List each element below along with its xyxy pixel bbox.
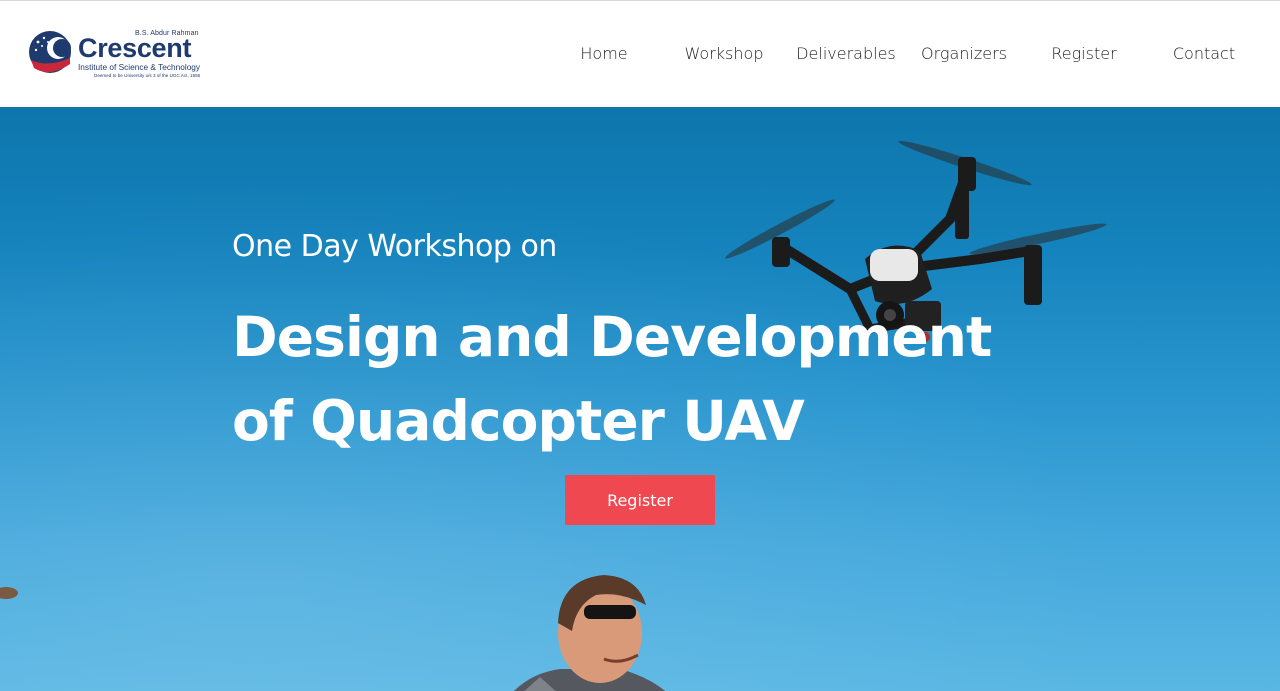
register-button[interactable]: Register: [565, 475, 715, 525]
site-header: B.S. Abdur Rahman Crescent Institute of …: [0, 0, 1280, 107]
nav-workshop[interactable]: Workshop: [664, 43, 784, 65]
hero-title-line-1: Design and Development: [232, 305, 992, 369]
nav-contact[interactable]: Contact: [1144, 43, 1264, 65]
logo-legal-line: Deemed to be University u/s 3 of the UGC…: [94, 73, 201, 78]
logo-tagline: Institute of Science & Technology: [78, 62, 201, 72]
person-image: [513, 575, 666, 691]
hero-subtitle: One Day Workshop on: [232, 229, 557, 264]
logo-wordmark: Crescent: [78, 33, 192, 63]
crescent-logo-icon: [29, 31, 71, 73]
crescent-logo[interactable]: B.S. Abdur Rahman Crescent Institute of …: [28, 27, 208, 83]
hero-title-line-2: of Quadcopter UAV: [232, 389, 805, 453]
hero-title: Design and Development of Quadcopter UAV: [232, 295, 992, 463]
nav-organizers[interactable]: Organizers: [904, 43, 1024, 65]
hero-banner: One Day Workshop on Design and Developme…: [0, 107, 1280, 691]
nav-home[interactable]: Home: [544, 43, 664, 65]
nav-deliverables[interactable]: Deliverables: [786, 43, 906, 65]
edge-fragment-image: [0, 587, 18, 599]
nav-register[interactable]: Register: [1024, 43, 1144, 65]
